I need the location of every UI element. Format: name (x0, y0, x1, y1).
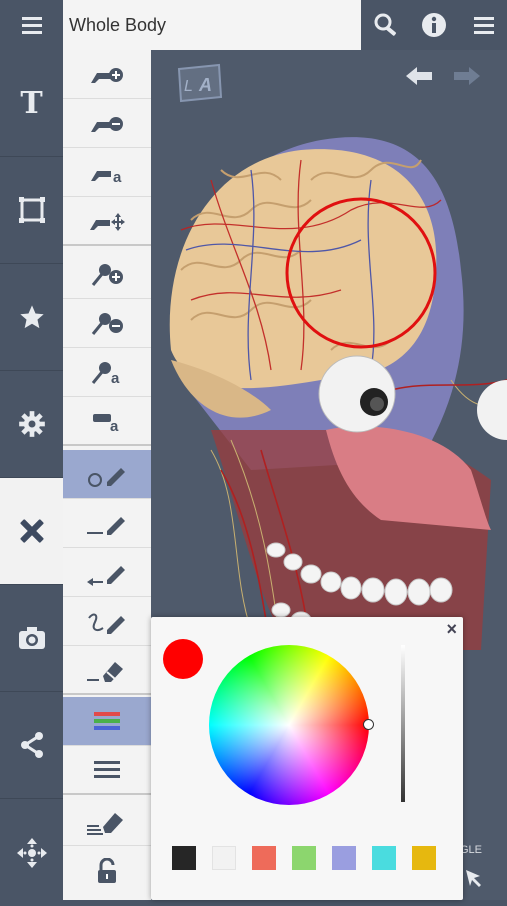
tool-draw-arrow[interactable] (63, 548, 151, 597)
unlock-icon (98, 857, 116, 883)
annotation-tool-column: a a a (63, 50, 151, 900)
color-picker-popup: × (151, 617, 463, 900)
star-icon (19, 305, 44, 329)
frame-select-icon (18, 197, 45, 223)
svg-text:L: L (184, 78, 193, 95)
draw-circle-icon (88, 468, 125, 487)
share-icon (20, 732, 43, 758)
eraser-icon (87, 661, 123, 682)
remove-pin-icon (91, 313, 123, 335)
tool-freehand[interactable] (63, 597, 151, 646)
move-arrows-icon (16, 837, 47, 868)
swatch-cyan[interactable] (372, 846, 396, 870)
svg-text:a: a (110, 418, 119, 434)
sidebar-item-favorites[interactable] (0, 264, 63, 371)
draw-line-icon (87, 517, 125, 535)
tool-draw-circle[interactable] (63, 450, 151, 499)
left-sidebar: T (0, 50, 63, 900)
label-text-icon: a (91, 169, 122, 185)
swatch-gold[interactable] (412, 846, 436, 870)
hamburger-menu-icon (21, 17, 42, 34)
pin-text-icon: a (91, 362, 120, 386)
model-title[interactable]: Whole Body (63, 0, 361, 50)
angle-label: GLE (460, 844, 483, 856)
swatch-white[interactable] (212, 846, 236, 870)
color-wheel-handle[interactable] (363, 719, 374, 730)
tool-label-text[interactable]: a (63, 148, 151, 197)
sidebar-item-settings[interactable] (0, 371, 63, 478)
tool-add-label[interactable] (63, 50, 151, 99)
remove-label-icon (91, 117, 123, 132)
add-label-icon (91, 68, 123, 83)
swatch-lavender[interactable] (332, 846, 356, 870)
selected-color-swatch[interactable] (163, 639, 203, 679)
search-button[interactable] (369, 8, 403, 42)
camera-icon (18, 627, 45, 649)
top-toolbar (361, 0, 507, 50)
svg-text:A: A (198, 75, 212, 95)
pen-ruler-icon (19, 519, 44, 543)
text-T-icon: T (20, 85, 43, 121)
overflow-menu-icon (474, 17, 494, 34)
tool-remove-label[interactable] (63, 99, 151, 148)
tool-clear-drawings[interactable] (63, 797, 151, 846)
add-pin-icon (91, 264, 123, 286)
sidebar-item-share[interactable] (0, 692, 63, 799)
tool-line-width[interactable] (63, 746, 151, 795)
swatch-salmon[interactable] (252, 846, 276, 870)
cursor-arrow-icon[interactable] (464, 868, 484, 888)
line-width-icon (94, 760, 120, 778)
tool-eraser[interactable] (63, 646, 151, 695)
redo-arrow-icon[interactable] (453, 65, 481, 87)
tool-color[interactable] (63, 697, 151, 746)
text-box-icon: a (93, 413, 119, 434)
orientation-badge-icon[interactable]: L A (175, 63, 225, 103)
swatch-green[interactable] (292, 846, 316, 870)
draw-arrow-icon (87, 566, 125, 586)
tool-move-label[interactable] (63, 197, 151, 246)
close-button[interactable]: × (446, 619, 457, 640)
swatch-black[interactable] (172, 846, 196, 870)
sidebar-item-draw[interactable] (0, 478, 63, 585)
info-icon (422, 13, 446, 37)
tool-text-box[interactable]: a (63, 397, 151, 446)
clear-drawings-icon (87, 813, 123, 835)
color-wheel[interactable] (209, 645, 374, 805)
color-stripes-icon (94, 712, 120, 730)
tool-unlock[interactable] (63, 846, 151, 895)
info-button[interactable] (417, 8, 451, 42)
tool-remove-pin[interactable] (63, 299, 151, 348)
search-icon (374, 13, 397, 36)
gear-icon (18, 411, 45, 437)
svg-text:a: a (111, 370, 120, 386)
undo-arrow-icon[interactable] (405, 65, 433, 87)
sidebar-item-camera[interactable] (0, 585, 63, 692)
sidebar-item-text[interactable]: T (0, 50, 63, 157)
menu-button[interactable] (0, 0, 63, 50)
tool-pin-text[interactable]: a (63, 348, 151, 397)
sidebar-item-move[interactable] (0, 799, 63, 906)
model-title-text: Whole Body (69, 14, 167, 35)
sidebar-item-select[interactable] (0, 157, 63, 264)
brightness-slider[interactable] (401, 645, 405, 802)
freehand-draw-icon (88, 613, 125, 634)
move-label-icon (90, 212, 125, 231)
tool-draw-line[interactable] (63, 499, 151, 548)
tool-add-pin[interactable] (63, 250, 151, 299)
overflow-menu-button[interactable] (467, 8, 501, 42)
svg-text:a: a (113, 169, 122, 185)
